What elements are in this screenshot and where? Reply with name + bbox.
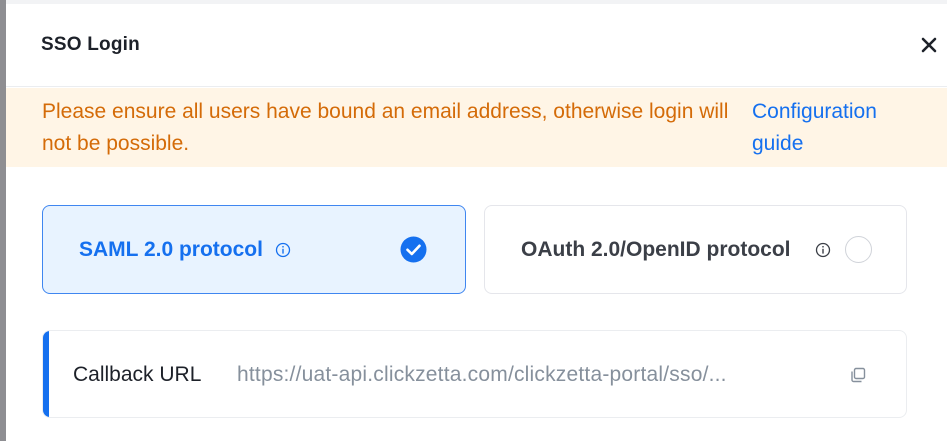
callback-url-value: https://uat-api.clickzetta.com/clickzett…: [237, 363, 727, 386]
protocol-label-oauth: OAuth 2.0/OpenID protocol: [521, 238, 791, 261]
dialog-title: SSO Login: [41, 34, 140, 55]
alert-message: Please ensure all users have bound an em…: [42, 100, 729, 155]
info-icon[interactable]: [275, 242, 291, 258]
callback-accent-bar: [43, 331, 49, 417]
protocol-option-saml[interactable]: SAML 2.0 protocol: [42, 205, 466, 294]
callback-url-label: Callback URL: [73, 363, 202, 386]
check-circle-icon: [400, 236, 427, 263]
dialog-header: SSO Login: [6, 4, 947, 87]
info-icon[interactable]: [815, 242, 831, 258]
sso-login-dialog: SSO Login Please ensure all users have b…: [0, 0, 947, 441]
protocol-option-oauth[interactable]: OAuth 2.0/OpenID protocol: [484, 205, 907, 294]
configuration-guide-link[interactable]: Configuration guide: [752, 96, 912, 160]
callback-url-field: Callback URL https://uat-api.clickzetta.…: [42, 330, 907, 418]
warning-alert: Please ensure all users have bound an em…: [6, 88, 947, 167]
radio-icon[interactable]: [845, 236, 872, 263]
copy-icon[interactable]: [849, 366, 867, 384]
close-icon[interactable]: [919, 35, 939, 55]
protocol-label-saml: SAML 2.0 protocol: [79, 238, 263, 261]
